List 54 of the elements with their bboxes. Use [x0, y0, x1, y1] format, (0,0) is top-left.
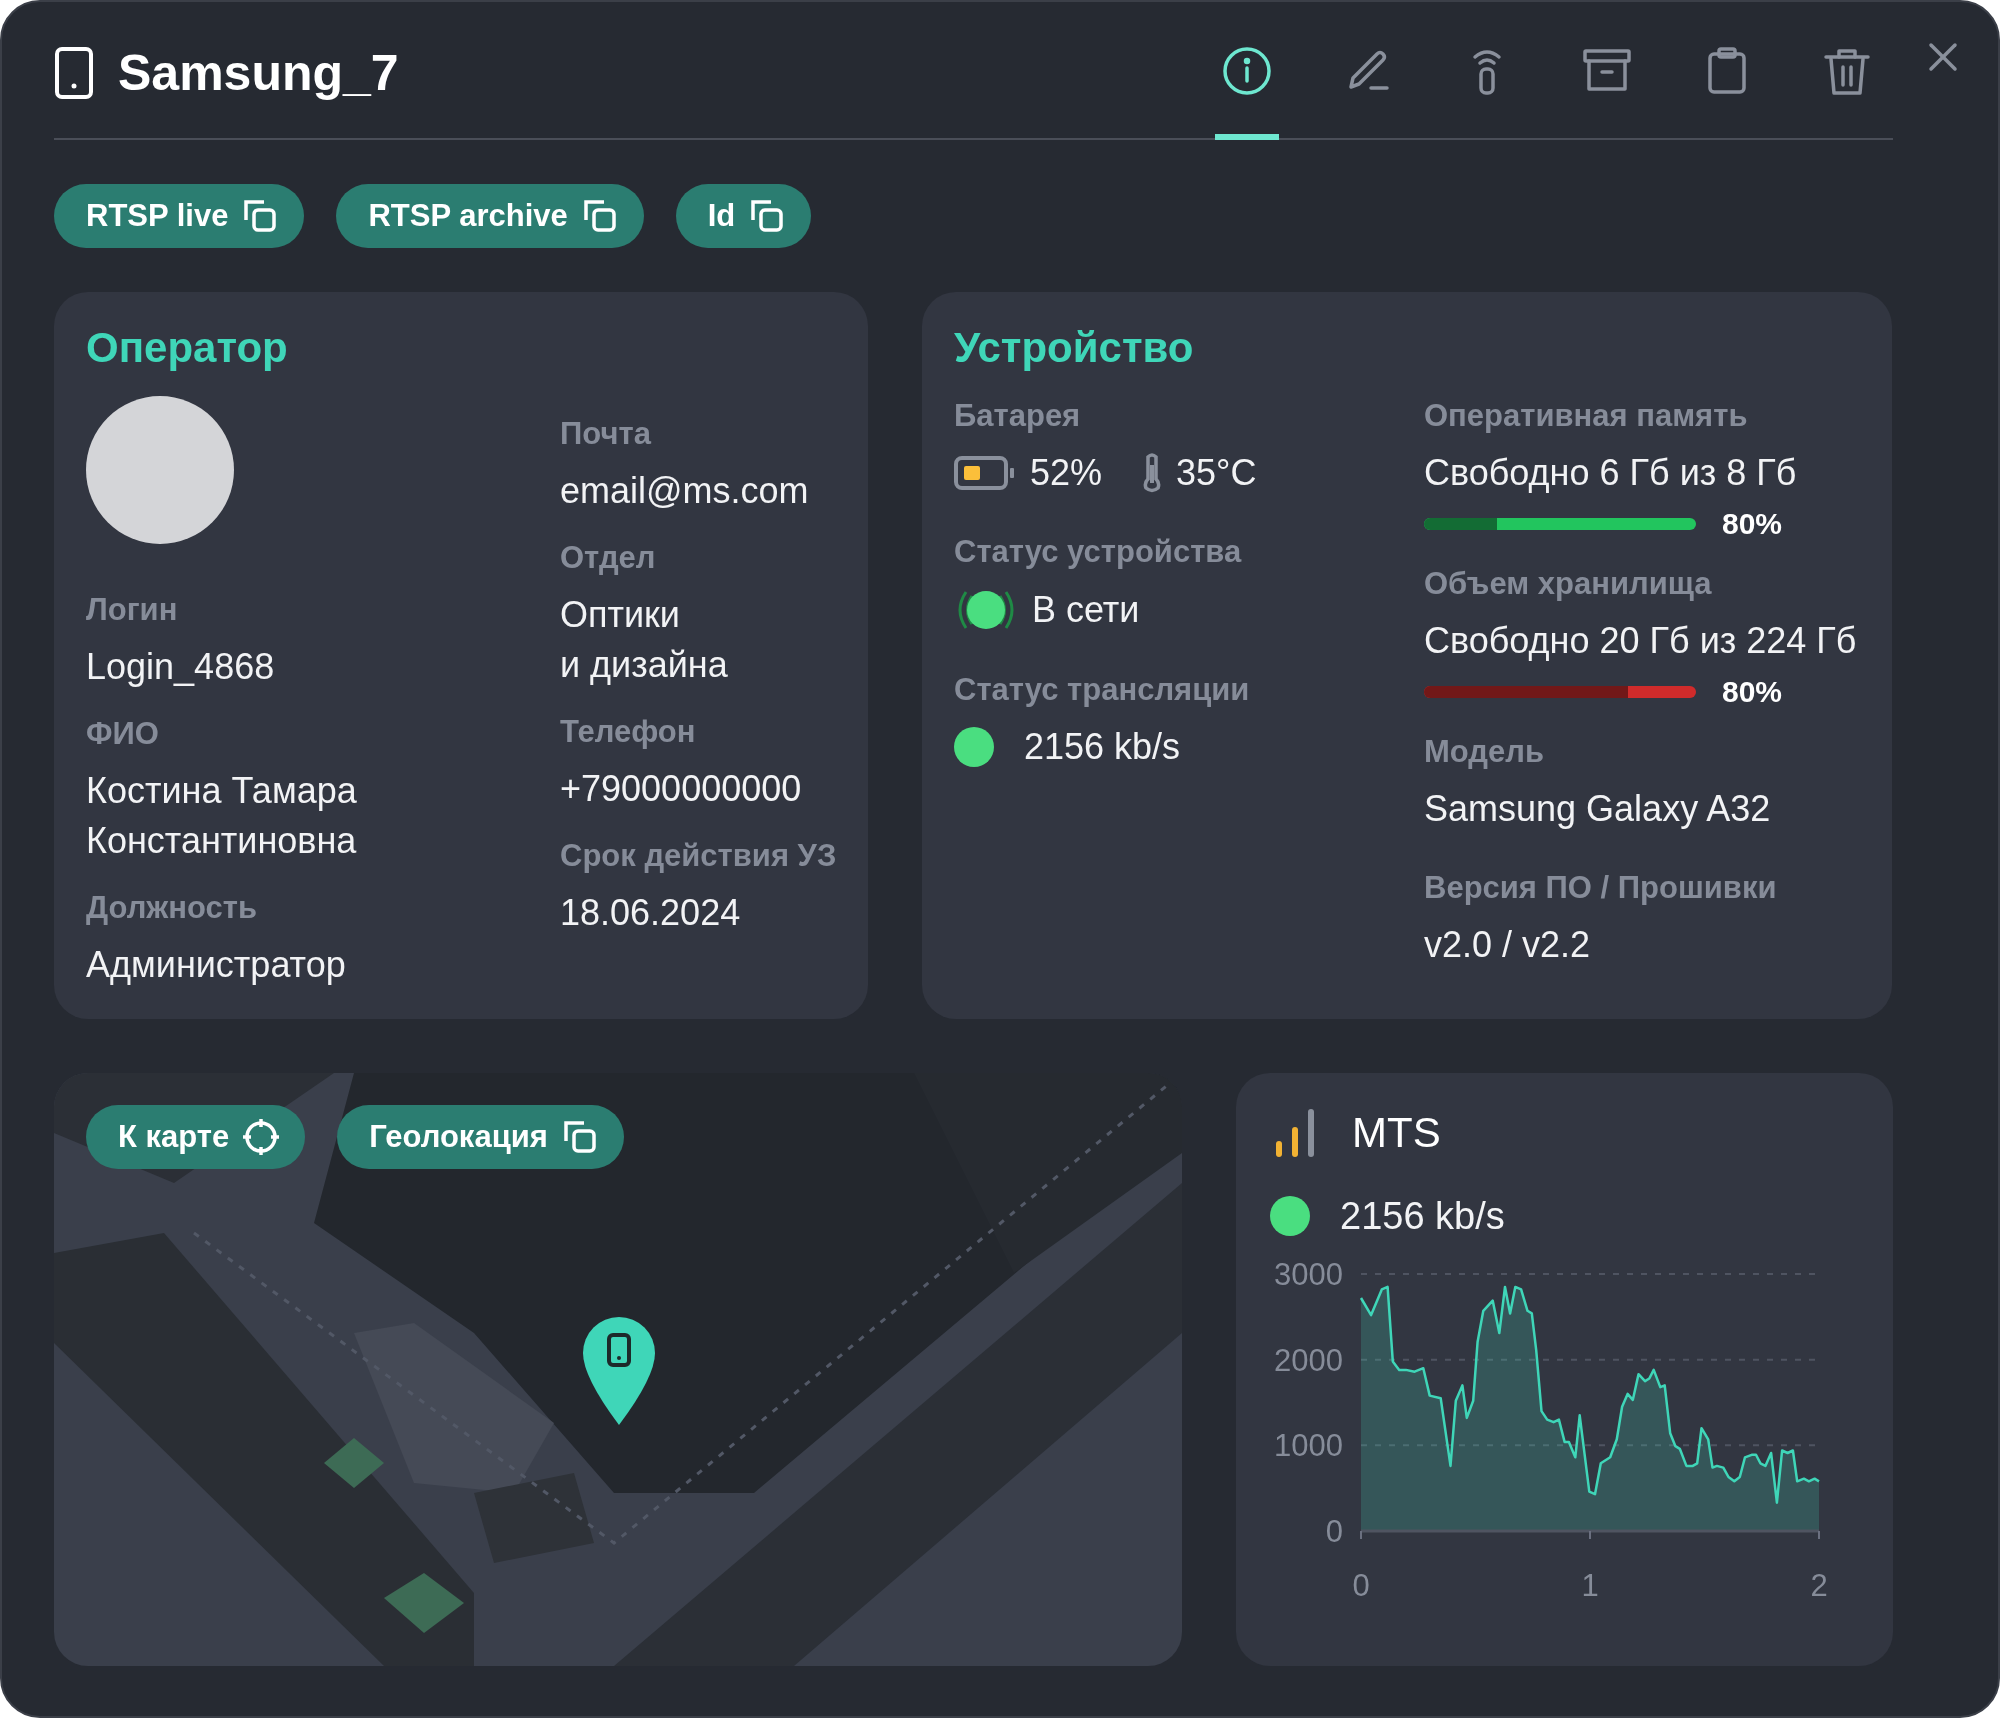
tick-label: 0 [1352, 1568, 1370, 1603]
percent-label: 80% [1722, 506, 1783, 542]
card-title: Устройство [954, 323, 1195, 373]
location-pin-icon[interactable] [581, 1315, 657, 1427]
field-value: Login_4868 [86, 645, 276, 689]
close-icon [1928, 42, 1958, 72]
copy-button[interactable]: RTSP archive [336, 184, 644, 248]
field-value: +79000000000 [560, 767, 803, 811]
field-label: Почта [560, 415, 653, 453]
thermometer-icon [1142, 453, 1163, 493]
copy-button[interactable]: Id [675, 184, 812, 248]
field-value: v2.0 / v2.2 [1424, 923, 1592, 967]
tick-label: 3000 [1274, 1257, 1343, 1292]
field-label: Должность [86, 889, 259, 927]
tick-label: 0 [1325, 1514, 1343, 1549]
window-title: Samsung_7 [118, 44, 399, 103]
status-value: В сети [1032, 588, 1140, 632]
tick-label: 2 [1810, 1568, 1828, 1603]
field-label: Срок действия УЗ [560, 837, 837, 875]
tick-label: 1000 [1274, 1428, 1343, 1464]
field-value: Костина Тамара Константиновна [86, 769, 358, 863]
field-value: Samsung Galaxy A32 [1424, 787, 1772, 831]
field-label: Батарея [954, 397, 1082, 435]
field-label: Статус устройства [954, 533, 1243, 571]
field-value: Оптики и дизайна [560, 593, 729, 687]
field-label: Статус трансляции [954, 671, 1251, 709]
field-label: Отдел [560, 539, 657, 577]
field-label: Модель [1424, 733, 1546, 771]
battery-icon [954, 455, 1016, 491]
field-value: Администратор [86, 943, 347, 987]
field-label: ФИО [86, 715, 160, 753]
crosshair-icon [241, 1117, 282, 1157]
temperature-value: 35°C [1176, 451, 1257, 495]
copy-button[interactable]: Геолокация [337, 1105, 624, 1169]
field-label: Объем хранилища [1424, 565, 1713, 603]
card-title: Оператор [86, 323, 289, 373]
field-value: 18.06.2024 [560, 891, 742, 935]
bitrate-value: 2156 kb/s [1340, 1194, 1505, 1239]
field-value: Свободно 20 Гб из 224 Гб [1424, 619, 1858, 663]
bitrate-value: 2156 kb/s [1024, 725, 1181, 769]
phone-icon [54, 46, 94, 100]
percent-label: 80% [1722, 674, 1783, 710]
field-value: email@ms.com [560, 469, 810, 513]
battery-percent: 52% [1030, 451, 1103, 495]
field-label: Телефон [560, 713, 697, 751]
copy-button[interactable]: RTSP live [54, 184, 305, 248]
map-button[interactable]: К карте [86, 1105, 306, 1169]
field-label: Оперативная память [1424, 397, 1749, 435]
tick-label: 2000 [1274, 1342, 1343, 1378]
field-value: Свободно 6 Гб из 8 Гб [1424, 451, 1798, 495]
field-label: Версия ПО / Прошивки [1424, 869, 1778, 907]
tick-label: 1 [1581, 1568, 1599, 1603]
field-label: Логин [86, 591, 179, 629]
carrier-name: MTS [1352, 1108, 1441, 1158]
